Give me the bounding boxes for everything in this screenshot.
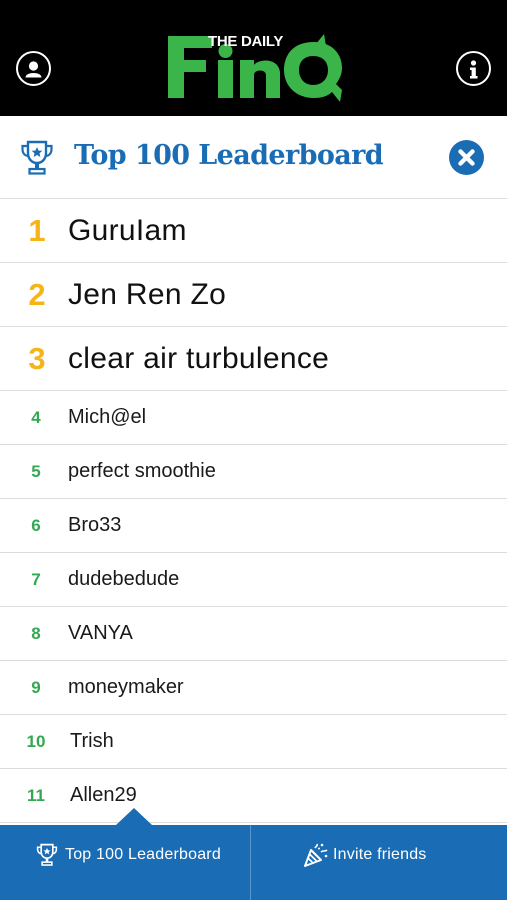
player-name: dudebedude <box>68 568 180 590</box>
selected-tab-pointer <box>116 808 152 825</box>
leaderboard-row[interactable]: 6 Bro33 <box>0 499 507 553</box>
rank-number: 7 <box>31 569 41 589</box>
player-name: GuruIam <box>68 213 187 247</box>
player-name: moneymaker <box>68 676 184 698</box>
rank-number: 5 <box>31 461 41 481</box>
player-name: perfect smoothie <box>68 460 216 482</box>
tab-label: Top 100 Leaderboard <box>65 846 221 863</box>
player-name: VANYA <box>68 622 133 644</box>
close-button[interactable] <box>449 140 484 175</box>
leaderboard-list[interactable]: 1 GuruIam 2 Jen Ren Zo 3 clear air turbu… <box>0 199 507 825</box>
trophy-icon <box>36 843 58 866</box>
leaderboard-row[interactable]: 10 Trish <box>0 715 507 769</box>
user-icon <box>25 61 42 78</box>
tab-invite-friends[interactable]: Invite friends <box>252 825 507 900</box>
leaderboard-row[interactable]: 5 perfect smoothie <box>0 445 507 499</box>
bottom-tab-bar: Top 100 Leaderboard Invite friends <box>0 825 507 900</box>
app-logo: THE DAILY <box>166 30 342 102</box>
player-name: Trish <box>70 730 114 752</box>
page-title: Top 100 Leaderboard <box>74 140 384 171</box>
leaderboard-row[interactable]: 4 Mich@el <box>0 391 507 445</box>
profile-button[interactable] <box>16 51 51 86</box>
player-name: clear air turbulence <box>68 341 330 375</box>
leaderboard-row[interactable]: 2 Jen Ren Zo <box>0 263 507 327</box>
rank-number: 8 <box>31 623 41 643</box>
tab-top-100-leaderboard[interactable]: Top 100 Leaderboard <box>0 825 251 900</box>
player-name: Bro33 <box>68 514 122 536</box>
player-name: Mich@el <box>68 406 147 428</box>
tab-label: Invite friends <box>333 846 427 863</box>
rank-number: 4 <box>31 407 41 427</box>
info-icon <box>470 60 478 79</box>
leaderboard-row[interactable]: 9 moneymaker <box>0 661 507 715</box>
leaderboard-row[interactable]: 1 GuruIam <box>0 199 507 263</box>
leaderboard-row[interactable]: 7 dudebedude <box>0 553 507 607</box>
player-name: Jen Ren Zo <box>68 277 227 311</box>
rank-number: 10 <box>26 731 46 751</box>
rank-number: 2 <box>28 276 46 312</box>
app-header: THE DAILY <box>0 0 507 116</box>
close-icon <box>458 149 475 166</box>
leaderboard-row[interactable]: 8 VANYA <box>0 607 507 661</box>
trophy-icon <box>21 140 53 175</box>
info-button[interactable] <box>456 51 491 86</box>
rank-number: 9 <box>31 677 41 697</box>
rank-number: 6 <box>31 515 41 535</box>
rank-number: 11 <box>27 785 45 805</box>
party-popper-icon <box>304 843 328 867</box>
rank-number: 1 <box>28 212 46 248</box>
leaderboard-row[interactable]: 3 clear air turbulence <box>0 327 507 391</box>
leaderboard-row[interactable]: 11 Allen29 <box>0 769 507 823</box>
rank-number: 3 <box>28 340 46 376</box>
logo-small-text: THE DAILY <box>208 33 284 50</box>
leaderboard-title-bar: Top 100 Leaderboard <box>0 116 507 199</box>
